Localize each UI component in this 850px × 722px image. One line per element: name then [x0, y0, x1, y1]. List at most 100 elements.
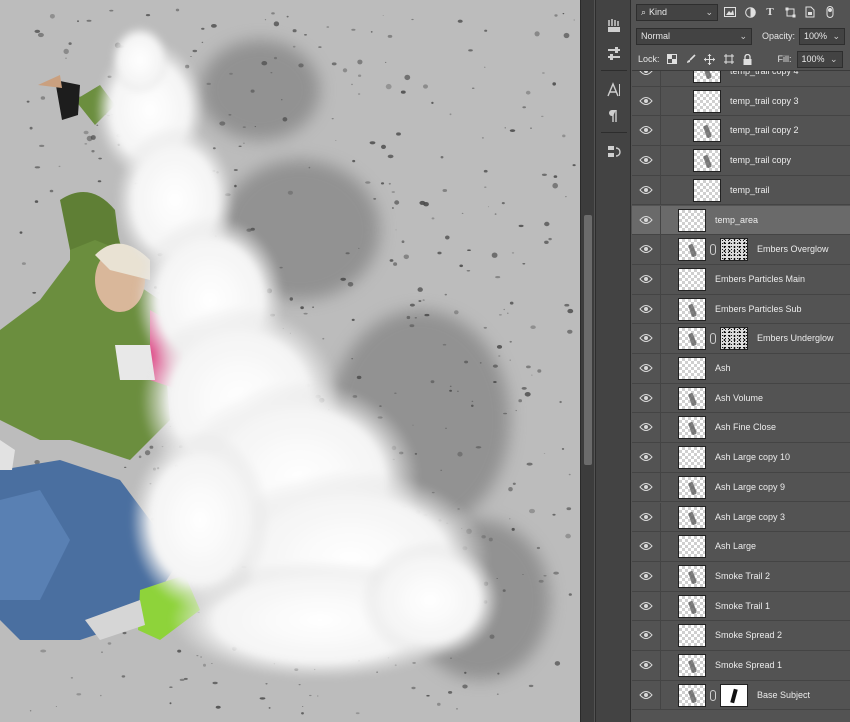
layer-thumbnail[interactable] — [678, 683, 706, 707]
layer-name[interactable]: Embers Particles Main — [715, 265, 805, 295]
character-icon[interactable] — [602, 78, 626, 102]
layer-row[interactable]: Ash Volume — [632, 383, 850, 414]
layer-row[interactable]: Ash Fine Close — [632, 413, 850, 444]
brush-settings-icon[interactable] — [602, 14, 626, 38]
eye-visibility-icon[interactable] — [639, 71, 653, 76]
mask-link-icon[interactable] — [710, 244, 716, 256]
layer-thumbnail[interactable] — [678, 446, 706, 470]
layer-thumbnail[interactable] — [693, 149, 721, 173]
eye-visibility-icon[interactable] — [639, 304, 653, 314]
lock-artboard-icon[interactable] — [722, 52, 736, 66]
eye-visibility-icon[interactable] — [639, 215, 653, 225]
layer-name[interactable]: temp_trail copy 4 — [730, 71, 799, 87]
eye-visibility-icon[interactable] — [639, 155, 653, 165]
eye-visibility-icon[interactable] — [639, 690, 653, 700]
eye-visibility-icon[interactable] — [639, 96, 653, 106]
layer-row[interactable]: Embers Overglow — [632, 235, 850, 265]
layer-row[interactable]: Ash Large — [632, 532, 850, 562]
layer-row[interactable]: temp_trail copy — [632, 146, 850, 176]
eye-visibility-icon[interactable] — [639, 333, 653, 343]
tool-presets-icon[interactable] — [602, 42, 626, 66]
shape-filter-icon[interactable] — [782, 4, 798, 20]
eye-visibility-icon[interactable] — [639, 660, 653, 670]
layer-thumbnail[interactable] — [678, 238, 706, 262]
layer-name[interactable]: temp_trail copy 3 — [730, 87, 799, 117]
layer-thumbnail[interactable] — [678, 297, 706, 321]
layer-row[interactable]: Smoke Spread 1 — [632, 651, 850, 681]
layer-thumbnail[interactable] — [678, 416, 706, 440]
eye-visibility-icon[interactable] — [639, 541, 653, 551]
eye-visibility-icon[interactable] — [639, 482, 653, 492]
eye-visibility-icon[interactable] — [639, 422, 653, 432]
image-filter-icon[interactable] — [722, 4, 738, 20]
layer-thumbnail[interactable] — [678, 564, 706, 588]
layer-thumbnail[interactable] — [693, 71, 721, 83]
layer-thumbnail[interactable] — [678, 505, 706, 529]
eye-visibility-icon[interactable] — [639, 630, 653, 640]
layer-name[interactable]: temp_trail copy — [730, 146, 791, 176]
layer-mask-thumbnail[interactable] — [720, 327, 748, 351]
layer-name[interactable]: Ash Large copy 10 — [715, 443, 790, 473]
layer-name[interactable]: Smoke Trail 1 — [715, 592, 770, 622]
blend-mode-dropdown[interactable]: Normal ⌄ — [636, 27, 752, 45]
history-icon[interactable] — [602, 140, 626, 164]
layer-row[interactable]: Smoke Trail 2 — [632, 561, 850, 592]
smart-object-filter-icon[interactable] — [802, 4, 818, 20]
layer-row[interactable]: temp_trail copy 4 — [632, 71, 850, 87]
layer-row[interactable]: Smoke Trail 1 — [632, 591, 850, 622]
lock-all-icon[interactable] — [741, 52, 755, 66]
layer-thumbnail[interactable] — [678, 624, 706, 648]
eye-visibility-icon[interactable] — [639, 393, 653, 403]
layer-row[interactable]: Ash Large copy 9 — [632, 472, 850, 503]
layer-thumbnail[interactable] — [678, 475, 706, 499]
document-canvas[interactable] — [0, 0, 580, 722]
eye-visibility-icon[interactable] — [639, 125, 653, 135]
layer-thumbnail[interactable] — [678, 654, 706, 677]
opacity-input[interactable]: 100% ⌄ — [799, 27, 846, 45]
eye-visibility-icon[interactable] — [639, 244, 653, 254]
paragraph-icon[interactable] — [602, 104, 626, 128]
lock-paint-icon[interactable] — [684, 52, 698, 66]
layer-name[interactable]: Ash Volume — [715, 384, 763, 414]
eye-visibility-icon[interactable] — [639, 363, 653, 373]
layer-thumbnail[interactable] — [693, 89, 721, 113]
filter-kind-dropdown[interactable]: ⌕ Kind ⌄ — [636, 3, 718, 21]
layer-thumbnail[interactable] — [678, 386, 706, 410]
layer-name[interactable]: Embers Overglow — [757, 235, 829, 265]
layer-name[interactable]: temp_trail copy 2 — [730, 116, 799, 146]
layer-thumbnail[interactable] — [693, 178, 721, 202]
layer-mask-thumbnail[interactable] — [720, 238, 748, 262]
mask-link-icon[interactable] — [710, 333, 716, 345]
eye-visibility-icon[interactable] — [639, 601, 653, 611]
layer-row[interactable]: Ash — [632, 354, 850, 384]
layer-row[interactable]: Embers Particles Main — [632, 264, 850, 295]
layer-row[interactable]: temp_trail copy 2 — [632, 116, 850, 147]
layer-thumbnail[interactable] — [678, 594, 706, 618]
layer-thumbnail[interactable] — [678, 327, 706, 351]
layer-row[interactable]: temp_trail copy 3 — [632, 86, 850, 117]
layer-thumbnail[interactable] — [678, 208, 706, 232]
filter-toggle-icon[interactable] — [822, 4, 838, 20]
layer-row[interactable]: Ash Large copy 3 — [632, 502, 850, 533]
layer-row[interactable]: temp_trail — [632, 175, 850, 206]
eye-visibility-icon[interactable] — [639, 452, 653, 462]
layer-thumbnail[interactable] — [678, 357, 706, 380]
vertical-scrollbar[interactable] — [580, 0, 594, 722]
layer-row[interactable]: temp_area — [632, 205, 850, 236]
eye-visibility-icon[interactable] — [639, 571, 653, 581]
layer-thumbnail[interactable] — [693, 119, 721, 143]
layer-name[interactable]: Ash Large copy 9 — [715, 473, 785, 503]
layer-name[interactable]: Smoke Spread 1 — [715, 651, 782, 681]
layer-thumbnail[interactable] — [678, 267, 706, 291]
layer-mask-thumbnail[interactable] — [720, 683, 748, 707]
lock-position-icon[interactable] — [703, 52, 717, 66]
layer-name[interactable]: Smoke Spread 2 — [715, 621, 782, 651]
layers-list[interactable]: temp_trail copy 4 temp_trail copy 3 temp_t… — [632, 70, 850, 722]
layer-name[interactable]: Ash Fine Close — [715, 413, 776, 443]
layer-name[interactable]: Smoke Trail 2 — [715, 562, 770, 592]
fill-input[interactable]: 100% ⌄ — [796, 50, 843, 68]
layer-name[interactable]: temp_trail — [730, 176, 770, 206]
scrollbar-thumb[interactable] — [584, 215, 592, 465]
eye-visibility-icon[interactable] — [639, 274, 653, 284]
eye-visibility-icon[interactable] — [639, 512, 653, 522]
